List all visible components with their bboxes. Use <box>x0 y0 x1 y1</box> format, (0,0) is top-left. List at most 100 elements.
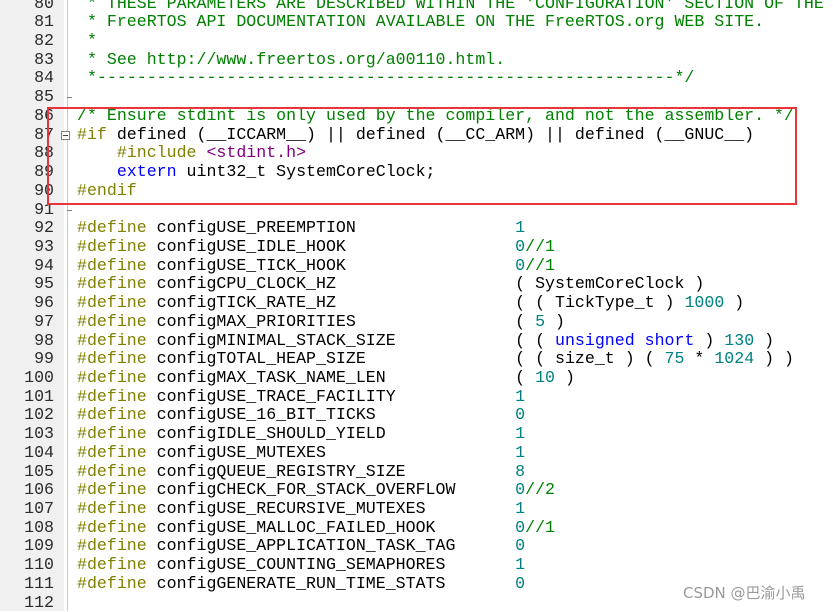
code-token: configUSE_COUNTING_SEMAPHORES <box>146 555 516 575</box>
line-number: 107 <box>24 499 54 519</box>
code-line[interactable]: #define configMAX_PRIORITIES ( 5 ) <box>77 311 565 332</box>
line-number: 94 <box>34 255 54 275</box>
code-line[interactable]: #define configMINIMAL_STACK_SIZE ( ( uns… <box>77 330 774 351</box>
line-number: 96 <box>34 293 54 313</box>
code-line[interactable]: * See http://www.freertos.org/a00110.htm… <box>77 50 505 70</box>
code-token: configCHECK_FOR_STACK_OVERFLOW <box>146 480 516 500</box>
line-number: 112 <box>24 592 54 612</box>
code-token: configTICK_RATE_HZ ( ( TickType_t ) <box>146 293 685 313</box>
line-number: 87 <box>34 124 54 144</box>
code-line[interactable]: #define configGENERATE_RUN_TIME_STATS 0 <box>77 573 526 594</box>
code-token: ) <box>724 293 745 313</box>
line-number: 98 <box>34 330 54 350</box>
line-number: 104 <box>24 442 54 462</box>
code-token: * FreeRTOS API DOCUMENTATION AVAILABLE O… <box>77 12 765 32</box>
code-token: 5 <box>535 311 546 331</box>
code-line[interactable]: *---------------------------------------… <box>77 69 694 88</box>
line-number: 95 <box>34 274 54 294</box>
line-number: 105 <box>24 461 54 481</box>
code-line[interactable]: #define configUSE_TRACE_FACILITY 1 <box>77 386 526 407</box>
code-token: 0 <box>515 480 526 500</box>
code-line[interactable]: * FreeRTOS API DOCUMENTATION AVAILABLE O… <box>77 12 765 32</box>
line-number: 89 <box>34 162 54 182</box>
code-line[interactable]: #define configUSE_PREEMPTION 1 <box>77 218 526 238</box>
code-token: configUSE_TRACE_FACILITY <box>146 386 516 406</box>
code-token: unsigned short <box>555 330 695 350</box>
line-number: 81 <box>34 12 54 32</box>
line-number: 84 <box>34 68 54 88</box>
line-number: 100 <box>24 368 54 387</box>
line-number: 91 <box>34 199 54 219</box>
code-token: 0 <box>515 517 526 537</box>
line-number: 110 <box>24 555 54 575</box>
line-number: 102 <box>24 405 54 425</box>
code-token: #define <box>77 368 147 387</box>
fold-end-marker <box>67 209 72 211</box>
code-line[interactable]: #define configTOTAL_HEAP_SIZE ( ( size_t… <box>77 349 795 369</box>
code-token: configMAX_PRIORITIES ( <box>146 311 536 331</box>
code-token: 0 <box>515 573 526 593</box>
code-token: configQUEUE_REGISTRY_SIZE <box>146 461 516 481</box>
line-number: 90 <box>34 180 54 200</box>
code-token: configUSE_PREEMPTION <box>146 218 516 238</box>
code-line[interactable]: #define configUSE_RECURSIVE_MUTEXES 1 <box>77 499 526 519</box>
code-token: configMAX_TASK_NAME_LEN ( <box>146 368 536 387</box>
code-token: #define <box>77 517 147 537</box>
code-token: #define <box>77 442 147 462</box>
code-token: configUSE_IDLE_HOOK <box>146 236 516 256</box>
code-token: 0 <box>515 236 526 256</box>
code-line[interactable]: #define configUSE_IDLE_HOOK 0//1 <box>77 236 556 257</box>
code-token: configCPU_CLOCK_HZ ( SystemCoreClock ) <box>146 274 705 294</box>
code-line[interactable]: #define configIDLE_SHOULD_YIELD 1 <box>77 424 525 444</box>
code-token: 1 <box>515 442 526 462</box>
line-number: 85 <box>34 87 54 107</box>
code-token: 1 <box>515 218 526 238</box>
line-number: 86 <box>34 105 54 125</box>
code-token: #define <box>77 480 147 500</box>
code-token: configIDLE_SHOULD_YIELD <box>146 424 516 444</box>
code-line[interactable]: #define configUSE_TICK_HOOK 0//1 <box>77 255 556 276</box>
code-line[interactable]: #define configUSE_MUTEXES 1 <box>77 442 526 463</box>
code-token: #define <box>77 349 147 369</box>
code-token: * <box>77 31 97 51</box>
code-token: 1000 <box>684 293 725 313</box>
code-token: configUSE_APPLICATION_TASK_TAG <box>146 536 516 556</box>
code-line[interactable]: #define configUSE_16_BIT_TICKS 0 <box>77 406 525 425</box>
code-token: configTOTAL_HEAP_SIZE ( ( size_t ) ( <box>146 349 665 369</box>
code-token: configUSE_16_BIT_TICKS <box>146 405 516 425</box>
line-number: 108 <box>24 517 54 537</box>
code-token: 1 <box>515 499 526 519</box>
code-token: ) <box>555 368 575 387</box>
code-line[interactable]: #define configUSE_APPLICATION_TASK_TAG 0 <box>77 537 525 556</box>
code-line[interactable]: * <box>77 31 97 51</box>
code-line[interactable]: #define configCPU_CLOCK_HZ ( SystemCoreC… <box>77 275 704 294</box>
code-token: //1 <box>525 255 556 275</box>
code-token: //1 <box>525 236 556 256</box>
code-line[interactable]: #define configUSE_MALLOC_FAILED_HOOK 0//… <box>77 517 555 538</box>
code-token: configUSE_RECURSIVE_MUTEXES <box>146 499 516 519</box>
code-token: ) <box>545 311 565 331</box>
line-number: 109 <box>24 536 54 556</box>
code-token: * THESE PARAMETERS ARE DESCRIBED WITHIN … <box>77 0 824 13</box>
line-number: 111 <box>24 573 54 593</box>
highlight-box <box>47 107 797 205</box>
code-line[interactable]: #define configUSE_COUNTING_SEMAPHORES 1 <box>77 555 526 575</box>
code-token: #define <box>77 573 147 593</box>
code-token: configUSE_MUTEXES <box>146 442 516 462</box>
code-token: ) <box>694 330 725 350</box>
code-token: 0 <box>515 536 526 556</box>
code-token: 1 <box>515 386 526 406</box>
code-line[interactable]: #define configQUEUE_REGISTRY_SIZE 8 <box>77 461 525 482</box>
fold-end-marker <box>67 97 72 99</box>
code-line[interactable]: #define configMAX_TASK_NAME_LEN ( 10 ) <box>77 368 575 388</box>
code-token: ) ) <box>754 349 795 369</box>
line-number: 82 <box>34 31 54 51</box>
code-token: 1024 <box>714 349 755 369</box>
code-token: *---------------------------------------… <box>77 68 695 88</box>
code-line[interactable]: #define configTICK_RATE_HZ ( ( TickType_… <box>77 293 745 313</box>
code-token: #define <box>77 536 147 556</box>
code-token: 1 <box>515 555 526 575</box>
watermark: CSDN @巴渝小禹 <box>683 584 806 602</box>
code-line[interactable]: #define configCHECK_FOR_STACK_OVERFLOW 0… <box>77 480 555 500</box>
code-token: #define <box>77 311 147 331</box>
